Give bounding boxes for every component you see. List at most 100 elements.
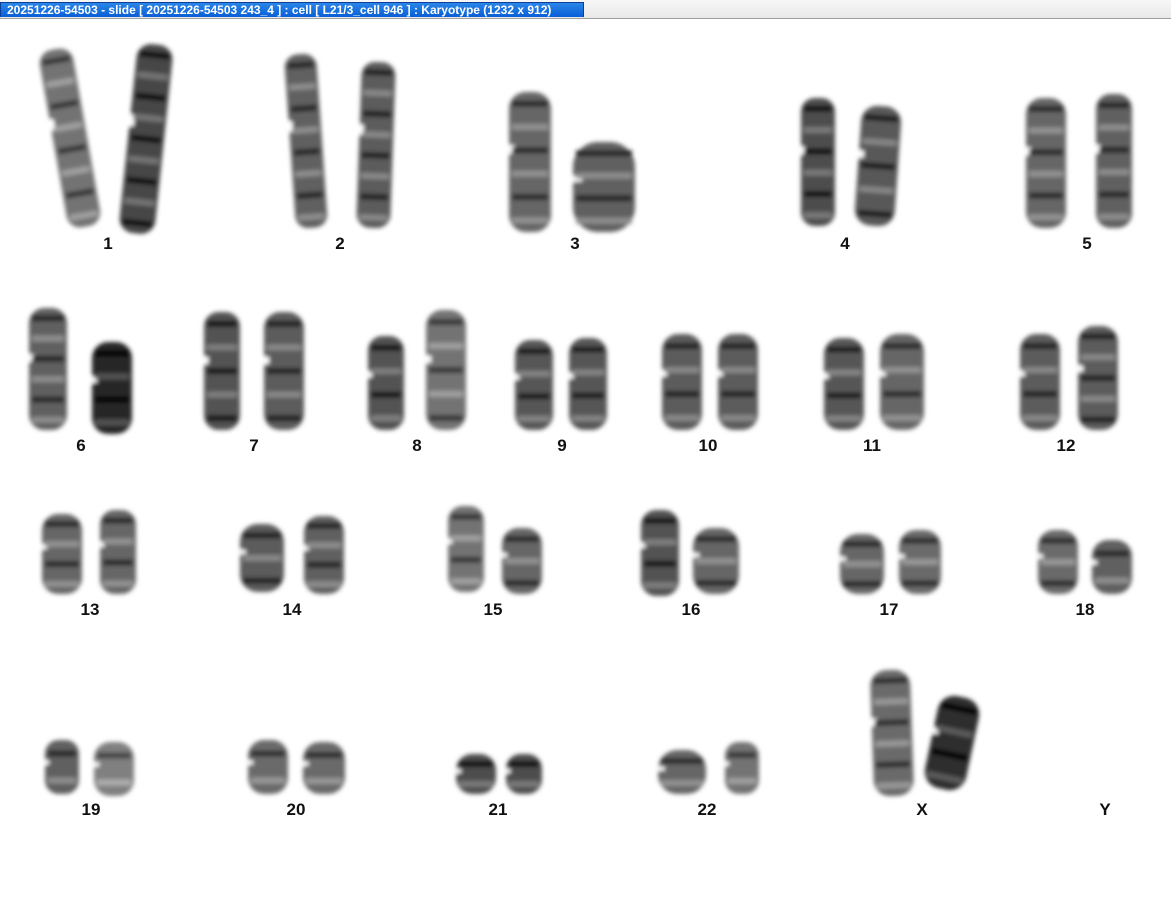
window-title[interactable]: 20251226-54503 - slide [ 20251226-54503 … (0, 2, 584, 17)
chr-9-homolog-a[interactable] (513, 340, 553, 430)
chr-7-homolog-a[interactable] (202, 312, 240, 430)
chr-3-homolog-a[interactable] (507, 92, 551, 232)
chr-20-centromere (301, 761, 309, 766)
chr-2-band (362, 131, 391, 139)
chr-12-homolog-a[interactable] (1018, 334, 1060, 430)
chr-13-homolog-b[interactable] (98, 510, 136, 594)
chr-15-band (451, 578, 481, 585)
chr-5-body (1096, 94, 1132, 228)
chr-2-homolog-a[interactable] (282, 53, 328, 229)
chr-10-homolog-b[interactable] (716, 334, 758, 430)
chr-15-homolog-a[interactable] (446, 506, 484, 592)
chr-9-band (518, 393, 550, 400)
chr-3-homolog-b[interactable] (571, 142, 635, 232)
chr-7-band (207, 344, 237, 351)
chr-13-homolog-a[interactable] (40, 514, 82, 594)
chr-14-homolog-a[interactable] (238, 524, 284, 592)
chr-17-homolog-a[interactable] (838, 534, 884, 594)
chr-21-band (509, 781, 539, 787)
chr-15-band (505, 536, 539, 542)
chr-4-band (804, 127, 832, 133)
chr-15-homolog-b[interactable] (500, 528, 542, 594)
chr-6-band (32, 416, 64, 423)
chr-17-band (843, 561, 881, 567)
chr-4-homolog-b[interactable] (852, 105, 902, 228)
chr-8-homolog-a[interactable] (366, 336, 404, 430)
chr-3-band (512, 217, 548, 224)
chr-17-centromere (897, 554, 905, 559)
chr-7-band (207, 391, 237, 398)
chr-16-homolog-b[interactable] (691, 528, 739, 594)
chr-1-homolog-a[interactable] (36, 46, 103, 230)
chr-7-band (207, 368, 237, 374)
chr-21-homolog-a[interactable] (454, 754, 496, 794)
chr-4-homolog-a[interactable] (799, 98, 835, 226)
chr-18-homolog-b[interactable] (1090, 540, 1132, 594)
chr-19-homolog-a[interactable] (43, 740, 79, 794)
chr-13-band (45, 521, 79, 527)
chr-14-band (243, 555, 281, 561)
chr-15-band (505, 558, 539, 564)
chr-6-band (32, 315, 64, 322)
chromosome-label-1: 1 (103, 234, 113, 253)
chr-5-homolog-a[interactable] (1024, 98, 1066, 228)
chr-12-homolog-b[interactable] (1076, 326, 1118, 430)
chr-17-homolog-b[interactable] (897, 530, 941, 594)
chr-1-homolog-b[interactable] (116, 42, 174, 235)
chr-2-band (360, 193, 389, 201)
chr-2-band (360, 172, 390, 180)
chr-22-centromere (656, 766, 665, 771)
chr-16-homolog-a[interactable] (639, 510, 679, 596)
chr-1-body (39, 48, 101, 228)
chr-20-band (251, 777, 285, 784)
chr-x-homolog-a[interactable] (868, 669, 914, 797)
chr-22-band (661, 780, 703, 786)
chr-2-homolog-b[interactable] (354, 61, 396, 229)
chr-19-homolog-b[interactable] (92, 742, 134, 796)
chr-4-band (804, 148, 832, 155)
chr-13-band (45, 561, 79, 567)
chr-14-band (307, 522, 341, 529)
chr-6-homolog-a[interactable] (27, 308, 67, 430)
chr-19-centromere (43, 760, 50, 765)
chr-x-homolog-b[interactable] (920, 692, 983, 793)
chr-19-band (97, 752, 131, 759)
chr-10-band (721, 343, 755, 349)
chr-20-homolog-b[interactable] (301, 742, 345, 794)
chr-11-band (883, 415, 921, 421)
chr-20-homolog-a[interactable] (246, 740, 288, 794)
chr-22-homolog-a[interactable] (656, 750, 706, 794)
chromosome-label-5: 5 (1082, 234, 1092, 253)
chr-11-homolog-b[interactable] (878, 334, 924, 430)
chr-14-centromere (238, 549, 246, 554)
chr-22-homolog-b[interactable] (723, 742, 759, 794)
chr-20-body (303, 742, 345, 794)
chr-13-band (103, 517, 133, 524)
chr-7-homolog-b[interactable] (262, 312, 304, 430)
chr-17-band (902, 537, 938, 544)
chr-12-band (1081, 395, 1115, 402)
chr-18-band (1041, 537, 1075, 544)
chr-8-homolog-b[interactable] (424, 310, 466, 430)
chr-9-band (572, 346, 604, 353)
chr-7-band (267, 391, 301, 398)
chromosome-label-10: 10 (698, 436, 718, 455)
chr-22-body (658, 750, 706, 794)
chr-10-band (721, 415, 755, 421)
chr-16-band (696, 558, 736, 564)
chr-3-band (576, 195, 632, 202)
chr-10-homolog-a[interactable] (660, 334, 702, 430)
chr-18-homolog-a[interactable] (1036, 530, 1078, 594)
chr-9-homolog-b[interactable] (567, 338, 607, 430)
chr-14-homolog-b[interactable] (302, 516, 344, 594)
chr-5-homolog-b[interactable] (1094, 94, 1132, 228)
chr-6-band (95, 419, 129, 426)
chr-6-body (29, 308, 67, 430)
chr-2-body (356, 61, 396, 229)
chr-11-homolog-a[interactable] (822, 338, 864, 430)
chr-18-band (1095, 550, 1129, 557)
chr-6-homolog-b[interactable] (90, 342, 132, 434)
chr-x-band (876, 781, 911, 790)
chr-21-homolog-b[interactable] (504, 754, 542, 794)
chr-16-band (696, 580, 736, 586)
